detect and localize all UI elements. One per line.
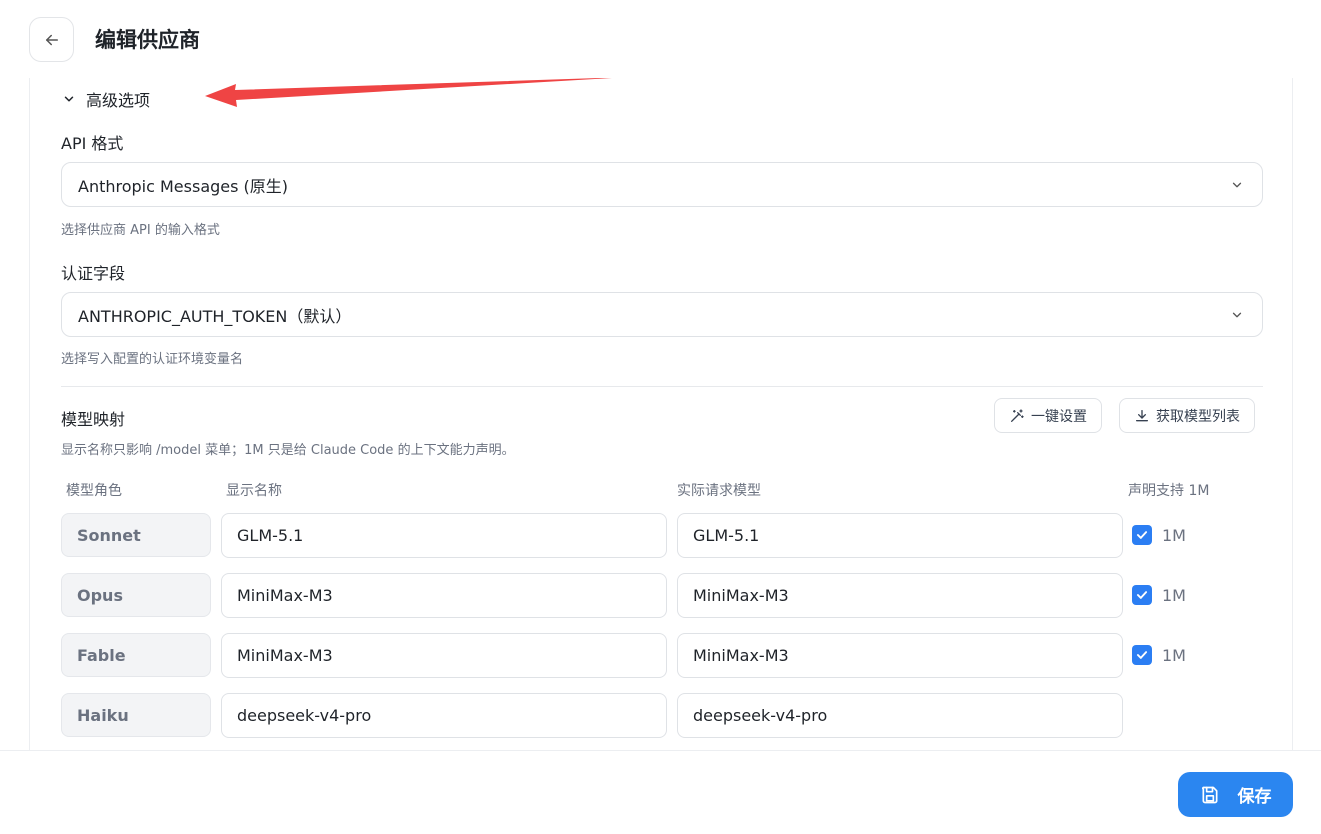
footer-bar: 保存 xyxy=(0,750,1321,834)
api-format-label: API 格式 xyxy=(61,134,124,153)
settings-panel: 高级选项 API 格式 Anthropic Messages (原生) 选择供应… xyxy=(29,78,1293,750)
model-role-opus: Opus xyxy=(61,573,211,617)
check-icon xyxy=(1136,531,1148,539)
support-1m-checkbox-sonnet[interactable]: 1M xyxy=(1132,513,1186,557)
auth-field-label: 认证字段 xyxy=(61,264,126,283)
section-divider xyxy=(61,386,1263,387)
check-icon xyxy=(1136,651,1148,659)
support-1m-checkbox-opus[interactable]: 1M xyxy=(1132,573,1186,617)
column-header-display-name: 显示名称 xyxy=(226,483,282,499)
checkbox-checked[interactable] xyxy=(1132,645,1152,665)
arrow-left-icon xyxy=(45,34,58,45)
one-click-setup-label: 一键设置 xyxy=(1031,408,1087,425)
back-button[interactable] xyxy=(29,17,74,62)
column-header-role: 模型角色 xyxy=(66,483,122,499)
display-name-input[interactable] xyxy=(221,633,667,678)
actual-model-input[interactable] xyxy=(677,513,1123,558)
actual-model-input[interactable] xyxy=(677,573,1123,618)
checkbox-checked[interactable] xyxy=(1132,585,1152,605)
api-format-select[interactable]: Anthropic Messages (原生) xyxy=(61,162,1263,207)
page-title: 编辑供应商 xyxy=(95,28,200,52)
model-role-sonnet: Sonnet xyxy=(61,513,211,557)
chevron-down-icon xyxy=(1232,182,1242,188)
checkbox-label: 1M xyxy=(1162,585,1186,605)
auth-field-value: ANTHROPIC_AUTH_TOKEN（默认） xyxy=(78,306,352,326)
model-mapping-hint: 显示名称只影响 /model 菜单；1M 只是给 Claude Code 的上下… xyxy=(61,443,515,458)
actual-model-input[interactable] xyxy=(677,693,1123,738)
one-click-setup-button[interactable]: 一键设置 xyxy=(994,398,1102,433)
support-1m-checkbox-fable[interactable]: 1M xyxy=(1132,633,1186,677)
auth-field-select[interactable]: ANTHROPIC_AUTH_TOKEN（默认） xyxy=(61,292,1263,337)
top-bar: 编辑供应商 xyxy=(0,0,1321,78)
chevron-down-icon xyxy=(1232,312,1242,318)
api-format-hint: 选择供应商 API 的输入格式 xyxy=(61,223,220,238)
checkbox-label: 1M xyxy=(1162,525,1186,545)
fetch-model-list-label: 获取模型列表 xyxy=(1156,408,1240,425)
display-name-input[interactable] xyxy=(221,513,667,558)
check-icon xyxy=(1136,591,1148,599)
download-icon xyxy=(1136,409,1148,421)
checkbox-checked[interactable] xyxy=(1132,525,1152,545)
fetch-model-list-button[interactable]: 获取模型列表 xyxy=(1119,398,1255,433)
save-label: 保存 xyxy=(1237,787,1272,807)
save-button[interactable]: 保存 xyxy=(1178,772,1293,817)
actual-model-input[interactable] xyxy=(677,633,1123,678)
model-mapping-title: 模型映射 xyxy=(61,410,126,429)
checkbox-label: 1M xyxy=(1162,645,1186,665)
display-name-input[interactable] xyxy=(221,693,667,738)
column-header-actual-model: 实际请求模型 xyxy=(677,483,761,499)
chevron-down-icon xyxy=(64,96,74,102)
model-role-haiku: Haiku xyxy=(61,693,211,737)
magic-wand-icon xyxy=(1011,408,1024,422)
floppy-disk-icon xyxy=(1201,786,1217,803)
auth-field-hint: 选择写入配置的认证环境变量名 xyxy=(61,352,244,367)
model-role-fable: Fable xyxy=(61,633,211,677)
display-name-input[interactable] xyxy=(221,573,667,618)
advanced-options-toggle[interactable]: 高级选项 xyxy=(62,86,150,112)
column-header-1m-support: 声明支持 1M xyxy=(1128,483,1210,499)
api-format-value: Anthropic Messages (原生) xyxy=(78,176,289,196)
advanced-options-title: 高级选项 xyxy=(86,91,151,110)
